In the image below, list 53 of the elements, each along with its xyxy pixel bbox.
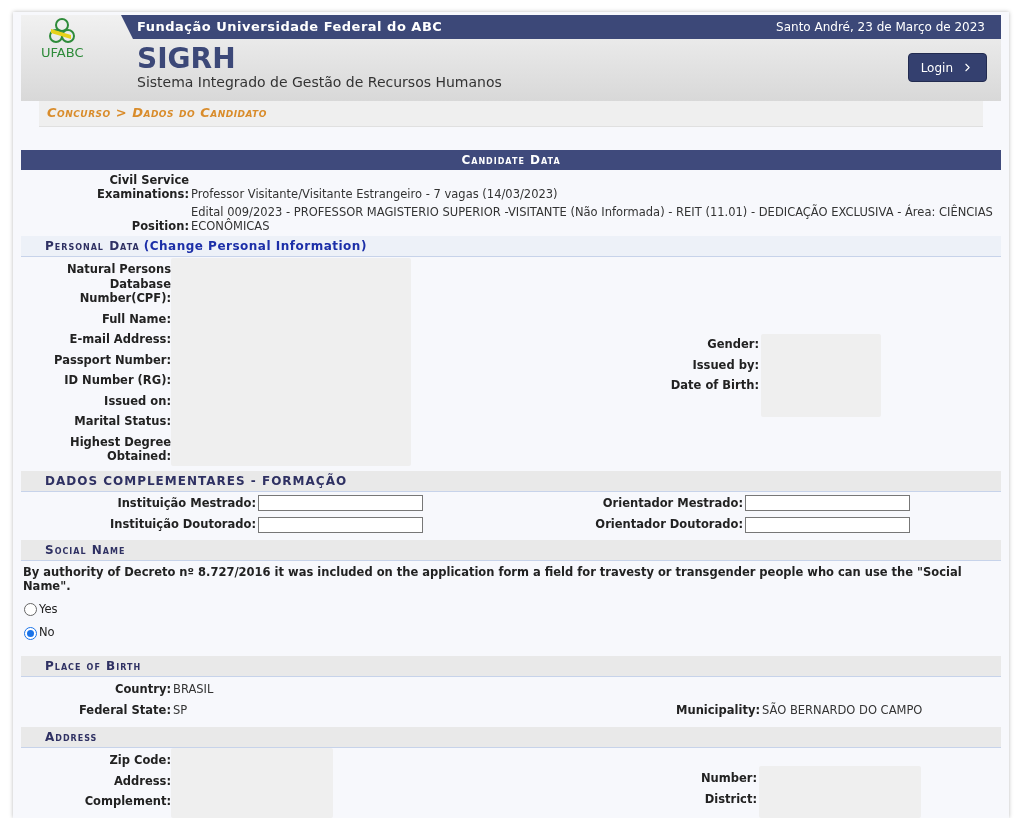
- field-label: Federal State:: [77, 701, 171, 719]
- radio-label: Yes: [39, 601, 58, 619]
- change-info-link[interactable]: (Change Personal Information): [143, 237, 367, 256]
- date-text: Santo André, 23 de Março de 2023: [776, 19, 985, 36]
- field-label: Full Name:: [100, 310, 171, 328]
- field-label: Complement:: [83, 793, 171, 810]
- field-label: Civil Service Examinations:: [96, 173, 189, 202]
- section-title: Address: [45, 729, 98, 747]
- logo-text: UFABC: [41, 45, 84, 60]
- field-label: Gender:: [706, 336, 759, 354]
- field-value: BRASIL: [172, 680, 215, 698]
- field-label: Date of Birth:: [670, 377, 759, 395]
- login-button[interactable]: Login: [907, 53, 987, 82]
- field-label: E-mail Address:: [68, 331, 171, 349]
- app-subtitle: Sistema Integrado de Gestão de Recursos Humanos: [137, 73, 502, 91]
- section-title: Social Name: [45, 542, 126, 560]
- field-label: Municipality:: [675, 701, 760, 719]
- field-value: SÃO BERNARDO DO CAMPO: [761, 701, 923, 719]
- field-label: Natural Persons Database Number(CPF):: [65, 261, 171, 308]
- field-label: District:: [703, 790, 757, 808]
- field-label: Highest Degree Obtained:: [69, 433, 171, 466]
- field-label: Zip Code:: [108, 752, 171, 769]
- text-field[interactable]: [258, 495, 423, 512]
- field-label: Instituição Doutorado:: [108, 516, 256, 533]
- field-label: Address:: [112, 772, 171, 790]
- app-name: SIGRH: [137, 45, 237, 73]
- section-title: Place of Birth: [45, 657, 142, 675]
- field-label: Instituição Mestrado:: [116, 494, 256, 512]
- panel-title: Candidate Data: [461, 152, 561, 170]
- radio-label: No: [39, 624, 55, 642]
- field-value: Edital 009/2023 - PROFESSOR MAGISTERIO SUPERIOR -VISITANTE (Não Informada) - REIT (11.01) - DEDICAÇÃO EXCLUSIVA - Área: CIÊNCIAS ECONÔMICAS: [190, 205, 994, 234]
- field-value: SP: [172, 701, 189, 719]
- field-label: Orientador Mestrado:: [601, 494, 743, 512]
- field-label: Country:: [114, 680, 171, 698]
- field-label: Position:: [130, 219, 189, 234]
- field-label: Issued on:: [103, 392, 171, 410]
- field-label: Number:: [700, 770, 757, 787]
- field-label: ID Number (RG):: [63, 372, 171, 390]
- field-value: Professor Visitante/Visitante Estrangeiro - 7 vagas (14/03/2023): [190, 187, 558, 202]
- text-field[interactable]: [745, 495, 910, 512]
- radio-button[interactable]: [24, 626, 37, 640]
- section-title: Personal Data: [45, 238, 140, 256]
- text-field[interactable]: [745, 516, 910, 533]
- field-label: Orientador Doutorado:: [594, 516, 743, 533]
- field-label: Issued by:: [691, 356, 759, 374]
- social-name-notice: By authority of Decreto nº 8.727/2016 it was included on the application form a field for travesty or transgender people who can use the "Social Name".: [22, 564, 963, 594]
- organization-name: Fundação Universidade Federal do ABC: [137, 18, 443, 37]
- field-label: Marital Status:: [73, 413, 171, 431]
- radio-button[interactable]: [24, 603, 37, 617]
- field-label: Passport Number:: [53, 351, 171, 369]
- breadcrumb: Concurso > Dados do Candidato: [47, 104, 267, 123]
- section-title: DADOS COMPLEMENTARES - FORMAÇÃO: [45, 472, 348, 490]
- text-field[interactable]: [258, 516, 423, 533]
